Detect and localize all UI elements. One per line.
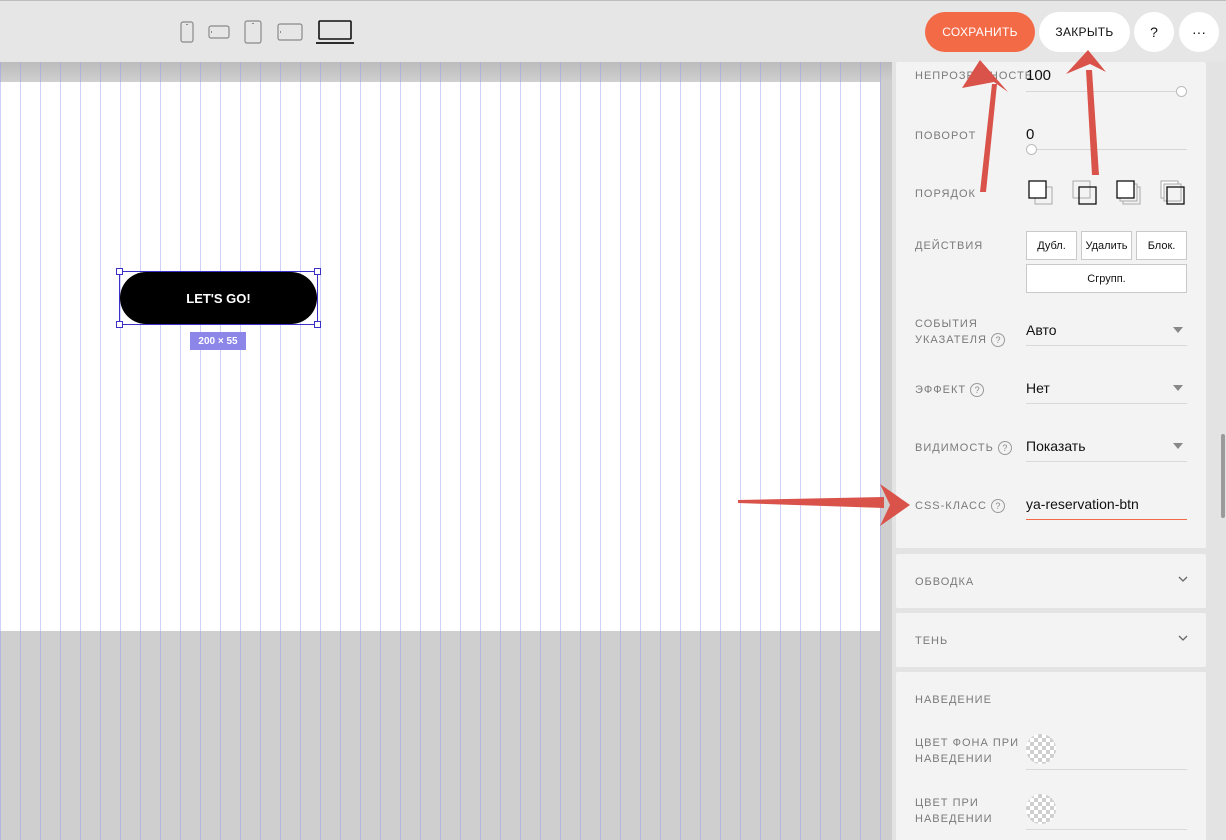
pointer-events-label: УКАЗАТЕЛЯ? xyxy=(915,332,1005,348)
hover-color-swatch[interactable] xyxy=(1026,794,1056,824)
help-icon[interactable]: ? xyxy=(990,499,1005,514)
hover-bg-color-label-line2: НАВЕДЕНИИ xyxy=(915,753,993,765)
close-button[interactable]: ЗАКРЫТЬ xyxy=(1039,12,1130,52)
panel-scrollbar[interactable] xyxy=(1221,434,1225,518)
effect-label-text: ЭФФЕКТ xyxy=(915,384,967,396)
group-button[interactable]: Сгрупп. xyxy=(1026,264,1187,293)
rotation-slider-track[interactable] xyxy=(1026,149,1187,150)
order-label: ПОРЯДОК xyxy=(915,188,976,200)
help-button[interactable]: ? xyxy=(1134,12,1174,52)
effect-label: ЭФФЕКТ? xyxy=(915,382,985,398)
send-backward-icon[interactable] xyxy=(1116,180,1142,211)
rotation-slider-knob[interactable] xyxy=(1026,144,1037,155)
chevron-down-icon[interactable] xyxy=(1178,635,1188,642)
phone-landscape-icon[interactable] xyxy=(208,1,230,63)
visibility-value: Показать xyxy=(1026,438,1086,454)
hover-bg-color-label-line1: ЦВЕТ ФОНА ПРИ xyxy=(915,737,1019,749)
dropdown-caret-icon xyxy=(1173,327,1183,333)
hover-section: НАВЕДЕНИЕ ЦВЕТ ФОНА ПРИ НАВЕДЕНИИ ЦВЕТ П… xyxy=(896,672,1206,840)
help-icon[interactable]: ? xyxy=(970,383,985,398)
actions-label: ДЕЙСТВИЯ xyxy=(915,240,984,252)
lock-button[interactable]: Блок. xyxy=(1136,231,1187,260)
bring-forward-icon[interactable] xyxy=(1072,180,1098,211)
duplicate-button[interactable]: Дубл. xyxy=(1026,231,1077,260)
artboard[interactable] xyxy=(0,82,880,631)
border-section[interactable]: ОБВОДКА xyxy=(896,554,1206,608)
hover-bg-color-swatch[interactable] xyxy=(1026,734,1056,764)
opacity-value[interactable]: 100 xyxy=(1026,67,1051,84)
pointer-events-value: Авто xyxy=(1026,322,1057,338)
properties-card: НЕПРОЗРАЧНОСТЬ 100 ПОВОРОТ 0 ПОРЯДОК ДЕЙ… xyxy=(896,62,1206,548)
dropdown-caret-icon xyxy=(1173,385,1183,391)
css-class-label-text: CSS-КЛАСС xyxy=(915,500,987,512)
visibility-select[interactable]: Показать xyxy=(1026,432,1187,462)
help-icon[interactable]: ? xyxy=(997,441,1012,456)
editor-workspace: LET'S GO! 200 × 55 xyxy=(0,62,892,840)
bring-to-front-icon[interactable] xyxy=(1028,180,1054,211)
shadow-section-label: ТЕНЬ xyxy=(915,635,949,647)
size-indicator: 200 × 55 xyxy=(190,332,246,350)
visibility-label-text: ВИДИМОСТЬ xyxy=(915,442,994,454)
effect-value: Нет xyxy=(1026,380,1050,396)
laptop-icon[interactable] xyxy=(316,1,354,63)
visibility-label: ВИДИМОСТЬ? xyxy=(915,440,1012,456)
selected-element-frame[interactable]: LET'S GO! xyxy=(119,271,318,325)
rotation-value[interactable]: 0 xyxy=(1026,126,1034,143)
css-class-label: CSS-КЛАСС? xyxy=(915,498,1005,514)
divider xyxy=(1026,769,1187,770)
help-icon[interactable]: ? xyxy=(990,333,1005,348)
opacity-label: НЕПРОЗРАЧНОСТЬ xyxy=(915,70,1033,82)
delete-button[interactable]: Удалить xyxy=(1081,231,1132,260)
shadow-section[interactable]: ТЕНЬ xyxy=(896,613,1206,667)
dropdown-caret-icon xyxy=(1173,443,1183,449)
pointer-events-select[interactable]: Авто xyxy=(1026,316,1187,346)
hover-color-label-line2: НАВЕДЕНИИ xyxy=(915,813,993,825)
pointer-events-label-line2: УКАЗАТЕЛЯ xyxy=(915,334,987,346)
resize-handle-top-left[interactable] xyxy=(116,268,123,275)
more-menu-button[interactable]: ··· xyxy=(1179,12,1219,52)
chevron-down-icon[interactable] xyxy=(1178,576,1188,583)
resize-handle-top-right[interactable] xyxy=(314,268,321,275)
hover-section-label: НАВЕДЕНИЕ xyxy=(915,694,992,706)
resize-handle-bottom-left[interactable] xyxy=(116,321,123,328)
tablet-portrait-icon[interactable] xyxy=(244,1,262,63)
resize-handle-bottom-right[interactable] xyxy=(314,321,321,328)
phone-portrait-icon[interactable] xyxy=(180,1,194,63)
cta-button[interactable]: LET'S GO! xyxy=(120,272,317,324)
hover-color-label-line1: ЦВЕТ ПРИ xyxy=(915,797,979,809)
artboard-shadow xyxy=(0,62,892,82)
css-class-input[interactable]: ya-reservation-btn xyxy=(1026,490,1187,520)
tablet-landscape-icon[interactable] xyxy=(277,1,303,63)
divider xyxy=(1026,829,1187,830)
effect-select[interactable]: Нет xyxy=(1026,374,1187,404)
opacity-slider-track[interactable] xyxy=(1026,91,1187,92)
pointer-events-label-line1: СОБЫТИЯ xyxy=(915,318,978,330)
send-to-back-icon[interactable] xyxy=(1160,180,1186,211)
rotation-label: ПОВОРОТ xyxy=(915,130,977,142)
top-toolbar: СОХРАНИТЬ ЗАКРЫТЬ ? ··· xyxy=(0,0,1226,62)
border-section-label: ОБВОДКА xyxy=(915,576,975,588)
settings-panel: НЕПРОЗРАЧНОСТЬ 100 ПОВОРОТ 0 ПОРЯДОК ДЕЙ… xyxy=(892,62,1226,840)
save-button[interactable]: СОХРАНИТЬ xyxy=(925,12,1035,52)
opacity-slider-knob[interactable] xyxy=(1176,86,1187,97)
